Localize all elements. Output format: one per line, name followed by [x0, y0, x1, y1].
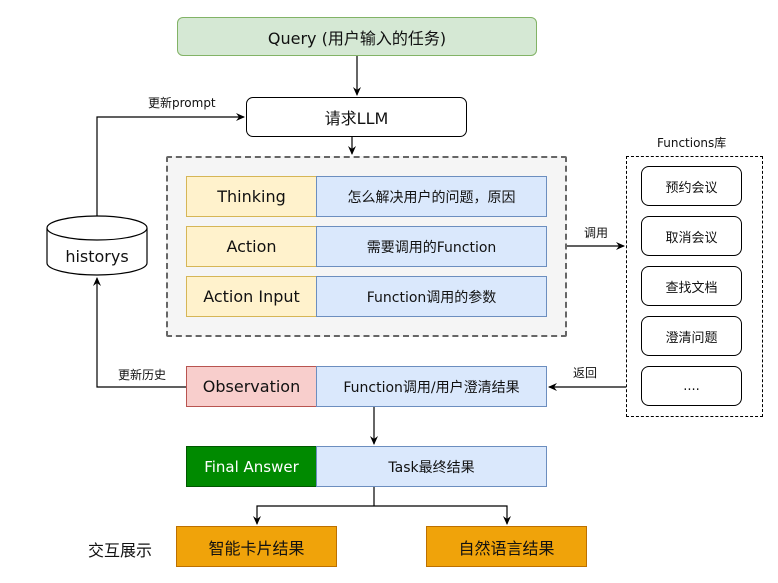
llm-text: 请求LLM	[324, 109, 389, 128]
observation-key: Observation	[186, 366, 317, 407]
llm-request-node[interactable]: 请求LLM	[246, 97, 467, 137]
functions-library-title: Functions库	[657, 136, 727, 150]
return-label: 返回	[573, 366, 598, 380]
update-prompt-label: 更新prompt	[148, 96, 216, 110]
edge-to-natural	[374, 505, 511, 525]
action-key: Action	[186, 226, 317, 267]
function-item[interactable]: 取消会议	[641, 216, 742, 256]
query-node[interactable]: Query (用户输入的任务)	[177, 17, 537, 56]
query-text: Query (用户输入的任务)	[267, 28, 447, 48]
final-answer-key: Final Answer	[186, 446, 317, 487]
action-input-key: Action Input	[186, 276, 317, 317]
thinking-key: Thinking	[186, 176, 317, 217]
historys-label: historys	[65, 246, 129, 266]
display-label: 交互展示	[88, 541, 153, 560]
function-item[interactable]: 预约会议	[641, 166, 742, 206]
action-value: 需要调用的Function	[316, 226, 547, 267]
function-item[interactable]: ....	[641, 366, 742, 406]
observation-value: Function调用/用户澄清结果	[316, 366, 547, 407]
update-history-label: 更新历史	[118, 368, 167, 382]
final-answer-value: Task最终结果	[316, 446, 547, 487]
thinking-value: 怎么解决用户的问题，原因	[316, 176, 547, 217]
call-label: 调用	[584, 226, 609, 240]
edge-to-card	[253, 505, 374, 525]
action-input-value: Function调用的参数	[316, 276, 547, 317]
function-item[interactable]: 查找文档	[641, 266, 742, 306]
natural-language-result-node: 自然语言结果	[426, 526, 587, 567]
function-item[interactable]: 澄清问题	[641, 316, 742, 356]
card-result-node: 智能卡片结果	[176, 526, 337, 567]
